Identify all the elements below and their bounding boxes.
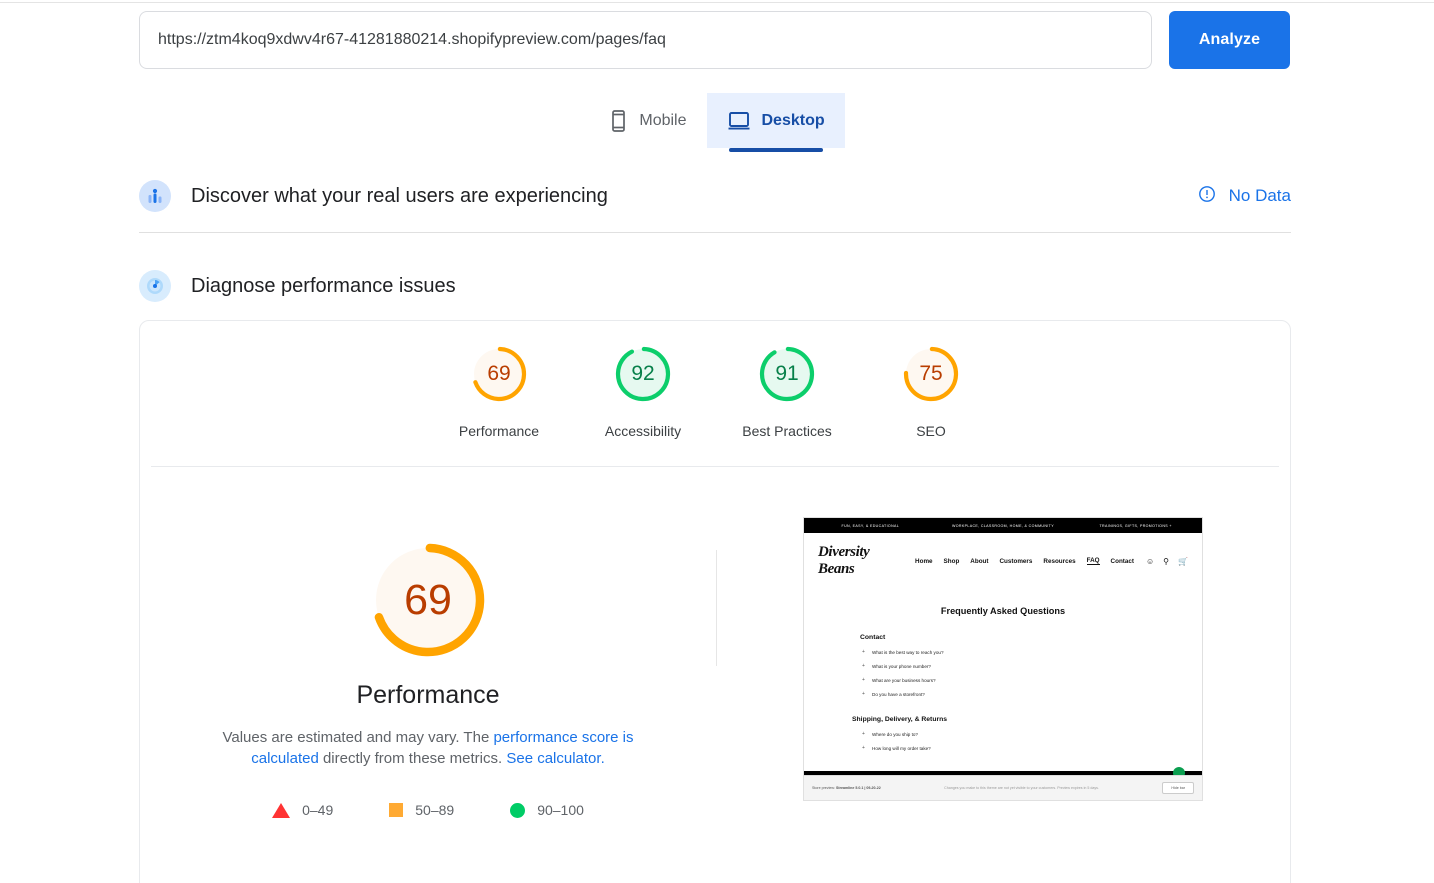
top-divider xyxy=(0,2,1434,3)
url-input[interactable] xyxy=(139,11,1152,69)
score-value-seo: 75 xyxy=(919,362,943,385)
mobile-icon xyxy=(609,109,628,133)
thumb-section-contact: Contact xyxy=(860,634,886,641)
gauge-ring-performance: 69 xyxy=(468,343,530,405)
score-label-seo: SEO xyxy=(916,423,946,439)
hide-bar-button[interactable]: Hide bar xyxy=(1162,782,1194,794)
lighthouse-results-card: 69 Performance 92 Accessibility 91 Best … xyxy=(139,320,1291,883)
url-bar-row: Analyze xyxy=(139,11,1291,69)
thumb-nav-shop: Shop xyxy=(943,557,960,565)
search-icon: ⚲ xyxy=(1163,556,1170,566)
tab-mobile-label: Mobile xyxy=(639,112,687,129)
thumb-announcement-bar: FUN, EASY, & EDUCATIONAL WORKPLACE, CLAS… xyxy=(804,518,1202,533)
info-circle-icon xyxy=(1198,185,1216,208)
preview-value: Streamline 5.0.1 | 09-20-22 xyxy=(835,786,881,790)
score-gauge-performance[interactable]: 69 Performance xyxy=(427,343,571,439)
thumb-nav-customers: Customers xyxy=(999,557,1033,565)
legend-label-good: 90–100 xyxy=(537,802,584,818)
gauge-ring-performance-large: 69 xyxy=(365,537,491,663)
thumb-question: What are your business hours? xyxy=(862,677,1202,683)
performance-description: Values are estimated and may vary. The p… xyxy=(193,727,663,769)
announcement-1: FUN, EASY, & EDUCATIONAL xyxy=(841,523,900,528)
square-icon xyxy=(389,803,404,817)
legend-item-good: 90–100 xyxy=(510,802,584,818)
diagnose-title: Diagnose performance issues xyxy=(191,274,456,297)
diagnose-section-header: Diagnose performance issues xyxy=(139,268,1291,304)
thumb-logo: Diversity Beans xyxy=(818,544,870,577)
score-value-accessibility: 92 xyxy=(631,362,655,385)
score-label-best-practices: Best Practices xyxy=(742,423,832,439)
legend-label-poor: 0–49 xyxy=(302,802,334,818)
thumb-heading: Frequently Asked Questions xyxy=(940,606,1066,616)
thumb-question: How long will my order take? xyxy=(862,745,1202,751)
thumb-nav-home: Home xyxy=(915,557,933,565)
score-value-best-practices: 91 xyxy=(775,362,799,385)
field-data-status[interactable]: No Data xyxy=(1198,185,1291,208)
performance-score-value: 69 xyxy=(404,575,452,624)
thumb-nav-about: About xyxy=(970,557,989,565)
thumb-nav-icons: ☺ ⚲ 🛒 xyxy=(1146,557,1188,566)
thumb-question: Where do you ship to? xyxy=(862,731,1202,737)
performance-detail-section: 69 Performance Values are estimated and … xyxy=(140,467,1290,818)
thumb-question: What is the best way to reach you? xyxy=(862,649,1202,655)
announcement-3: TRAININGS, GIFTS, PROMOTIONS + xyxy=(1099,523,1172,528)
device-tabs: Mobile Desktop xyxy=(0,93,1434,152)
vertical-divider xyxy=(716,550,717,666)
page-screenshot-thumbnail: FUN, EASY, & EDUCATIONAL WORKPLACE, CLAS… xyxy=(803,517,1203,801)
thumb-question: Do you have a storefront? xyxy=(862,691,1202,697)
desktop-icon xyxy=(727,110,751,132)
score-label-accessibility: Accessibility xyxy=(604,423,682,439)
legend-label-average: 50–89 xyxy=(415,802,455,818)
preview-label: Store preview: xyxy=(812,786,835,790)
field-data-section-header: Discover what your real users are experi… xyxy=(139,178,1291,214)
thumb-nav-resources: Resources xyxy=(1043,557,1076,565)
score-gauge-best-practices[interactable]: 91 Best Practices xyxy=(715,343,859,439)
tab-desktop-label: Desktop xyxy=(761,112,825,129)
legend-item-average: 50–89 xyxy=(389,802,454,818)
score-gauges-row: 69 Performance 92 Accessibility 91 Best … xyxy=(140,321,1290,439)
thumb-nav-contact: Contact xyxy=(1110,557,1134,565)
score-gauge-accessibility[interactable]: 92 Accessibility xyxy=(571,343,715,439)
performance-title: Performance xyxy=(356,681,500,709)
account-icon: ☺ xyxy=(1146,556,1155,566)
cart-icon: 🛒 xyxy=(1178,556,1188,566)
gauge-ring-best-practices: 91 xyxy=(756,343,818,405)
field-data-icon xyxy=(139,180,171,212)
analyze-button[interactable]: Analyze xyxy=(1169,11,1290,69)
performance-summary: 69 Performance Values are estimated and … xyxy=(140,523,716,818)
diagnose-icon xyxy=(139,270,171,302)
score-gauge-seo[interactable]: 75 SEO xyxy=(859,343,1003,439)
thumb-question: What is your phone number? xyxy=(862,663,1202,669)
legend-item-poor: 0–49 xyxy=(272,802,333,818)
score-label-performance: Performance xyxy=(458,423,540,439)
no-data-label: No Data xyxy=(1228,186,1291,205)
screenshot-column: FUN, EASY, & EDUCATIONAL WORKPLACE, CLAS… xyxy=(716,517,1290,818)
field-data-title: Discover what your real users are experi… xyxy=(191,184,608,207)
thumb-nav-faq: FAQ xyxy=(1086,557,1100,565)
preview-message: Changes you make to this theme are not y… xyxy=(944,786,1099,790)
thumb-nav-links: Home Shop About Customers Resources FAQ … xyxy=(915,557,1134,565)
desc-text-1: Values are estimated and may vary. The xyxy=(222,729,494,746)
tab-mobile[interactable]: Mobile xyxy=(589,93,706,148)
gauge-ring-accessibility: 92 xyxy=(612,343,674,405)
score-value-performance: 69 xyxy=(487,362,511,385)
announcement-2: WORKPLACE, CLASSROOM, HOME, & COMMUNITY xyxy=(952,523,1054,528)
desc-text-2: directly from these metrics. xyxy=(318,750,507,767)
pagespeed-insights-page: Analyze Mobile Desktop xyxy=(0,0,1434,883)
section-divider xyxy=(139,232,1291,233)
gauge-ring-seo: 75 xyxy=(900,343,962,405)
see-calculator-link[interactable]: See calculator. xyxy=(506,750,604,767)
score-legend: 0–49 50–89 90–100 xyxy=(272,802,584,818)
tab-desktop[interactable]: Desktop xyxy=(706,93,845,152)
thumb-section-shipping: Shipping, Delivery, & Returns xyxy=(852,716,948,723)
thumb-store-preview-bar: Store preview: Streamline 5.0.1 | 09-20-… xyxy=(804,775,1202,800)
thumb-nav: Diversity Beans Home Shop About Customer… xyxy=(804,533,1202,586)
circle-icon xyxy=(510,802,526,818)
triangle-icon xyxy=(272,802,291,818)
